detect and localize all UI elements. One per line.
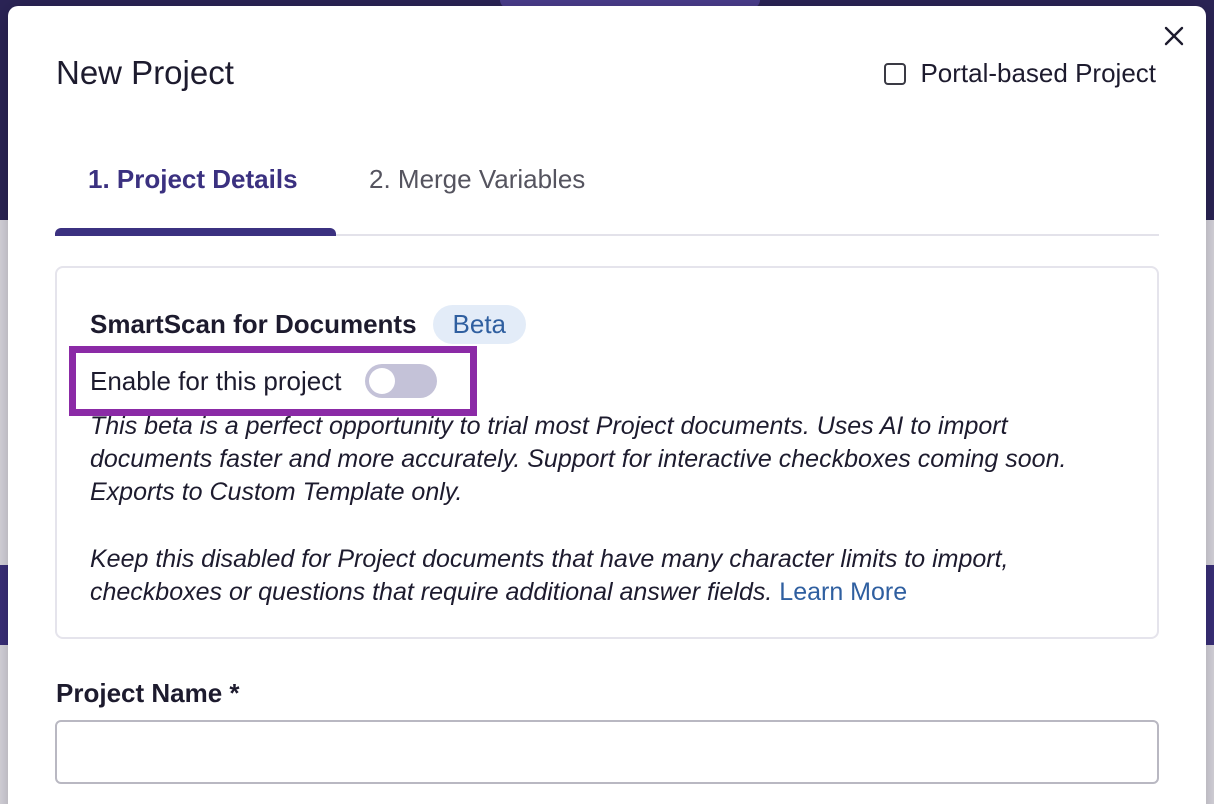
- portal-based-project-checkbox[interactable]: [884, 62, 907, 85]
- portal-based-project-label: Portal-based Project: [920, 58, 1156, 88]
- smartscan-title: SmartScan for Documents: [90, 309, 417, 339]
- learn-more-link[interactable]: Learn More: [779, 578, 907, 606]
- modal-title: New Project: [56, 54, 234, 91]
- beta-badge: Beta: [432, 305, 527, 344]
- close-button[interactable]: [1160, 22, 1188, 50]
- smartscan-card: SmartScan for Documents Beta Enable for …: [55, 266, 1159, 639]
- smartscan-description: This beta is a perfect opportunity to tr…: [90, 412, 1067, 506]
- toggle-knob: [369, 368, 396, 394]
- project-name-input[interactable]: [55, 720, 1159, 784]
- portal-based-project-option[interactable]: Portal-based Project: [884, 58, 1156, 89]
- smartscan-heading: SmartScan for Documents Beta: [90, 305, 527, 344]
- enable-smartscan-toggle[interactable]: [365, 364, 438, 398]
- tab-bar: 1. Project Details 2. Merge Variables: [55, 156, 1159, 236]
- tab-project-details[interactable]: 1. Project Details: [88, 164, 298, 195]
- enable-smartscan-row: Enable for this project: [90, 364, 438, 398]
- active-tab-indicator: [55, 228, 336, 236]
- smartscan-warning: Keep this disabled for Project documents…: [90, 543, 1130, 609]
- enable-smartscan-label: Enable for this project: [90, 365, 342, 396]
- new-project-modal: New Project Portal-based Project 1. Proj…: [8, 6, 1206, 804]
- close-icon: [1164, 26, 1184, 46]
- project-name-label: Project Name *: [56, 678, 240, 708]
- tab-merge-variables[interactable]: 2. Merge Variables: [369, 164, 585, 195]
